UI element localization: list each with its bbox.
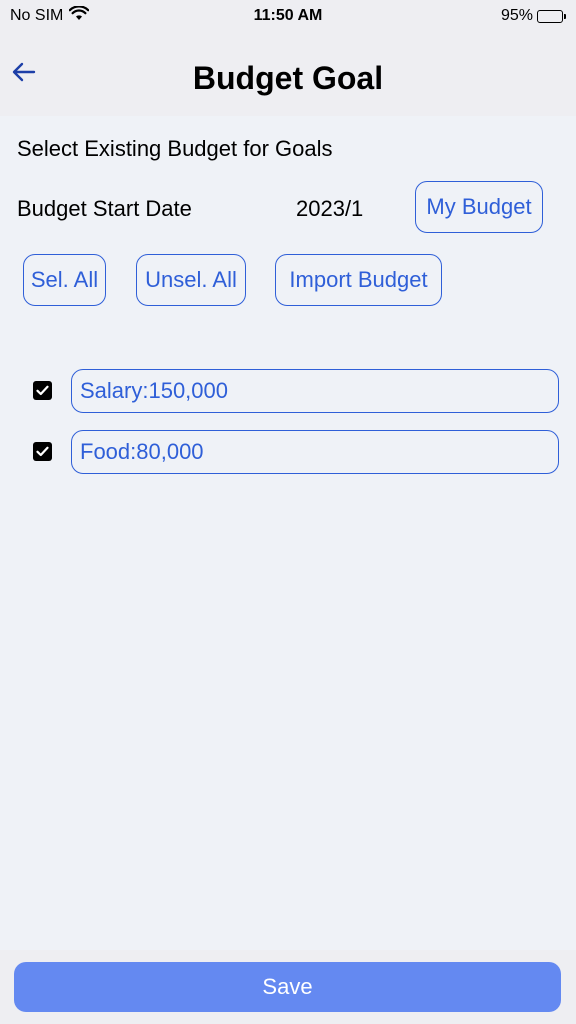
checkmark-icon (36, 385, 49, 396)
select-all-button[interactable]: Sel. All (23, 254, 106, 306)
budget-item-row: Food:80,000 (0, 430, 576, 474)
page-title: Budget Goal (192, 60, 384, 96)
content-area: Select Existing Budget for Goals Budget … (0, 116, 576, 950)
status-right: 95% (501, 7, 566, 25)
footer: Save (0, 950, 576, 1024)
save-button[interactable]: Save (14, 962, 561, 1012)
import-budget-button[interactable]: Import Budget (275, 254, 442, 306)
budget-item-checkbox[interactable] (33, 381, 52, 400)
checkmark-icon (36, 446, 49, 457)
budget-item-row: Salary:150,000 (0, 369, 576, 413)
carrier-text: No SIM (10, 7, 64, 24)
wifi-icon (69, 5, 90, 26)
status-left: No SIM (10, 5, 90, 26)
battery-icon (537, 9, 566, 23)
screen: No SIM 11:50 AM 95% Budget Goal Select E… (0, 0, 576, 1024)
battery-percent: 95% (500, 7, 533, 24)
budget-start-date-label: Budget Start Date (17, 196, 192, 221)
budget-start-date-value: 2023/1 (296, 196, 364, 221)
budget-item-field[interactable]: Food:80,000 (71, 430, 559, 474)
my-budget-button[interactable]: My Budget (415, 181, 543, 233)
unselect-all-button[interactable]: Unsel. All (136, 254, 246, 306)
budget-item-checkbox[interactable] (33, 442, 52, 461)
budget-item-field[interactable]: Salary:150,000 (71, 369, 559, 413)
status-bar: No SIM 11:50 AM 95% (0, 0, 576, 32)
nav-bar: Budget Goal (0, 38, 576, 118)
section-title: Select Existing Budget for Goals (17, 136, 333, 161)
